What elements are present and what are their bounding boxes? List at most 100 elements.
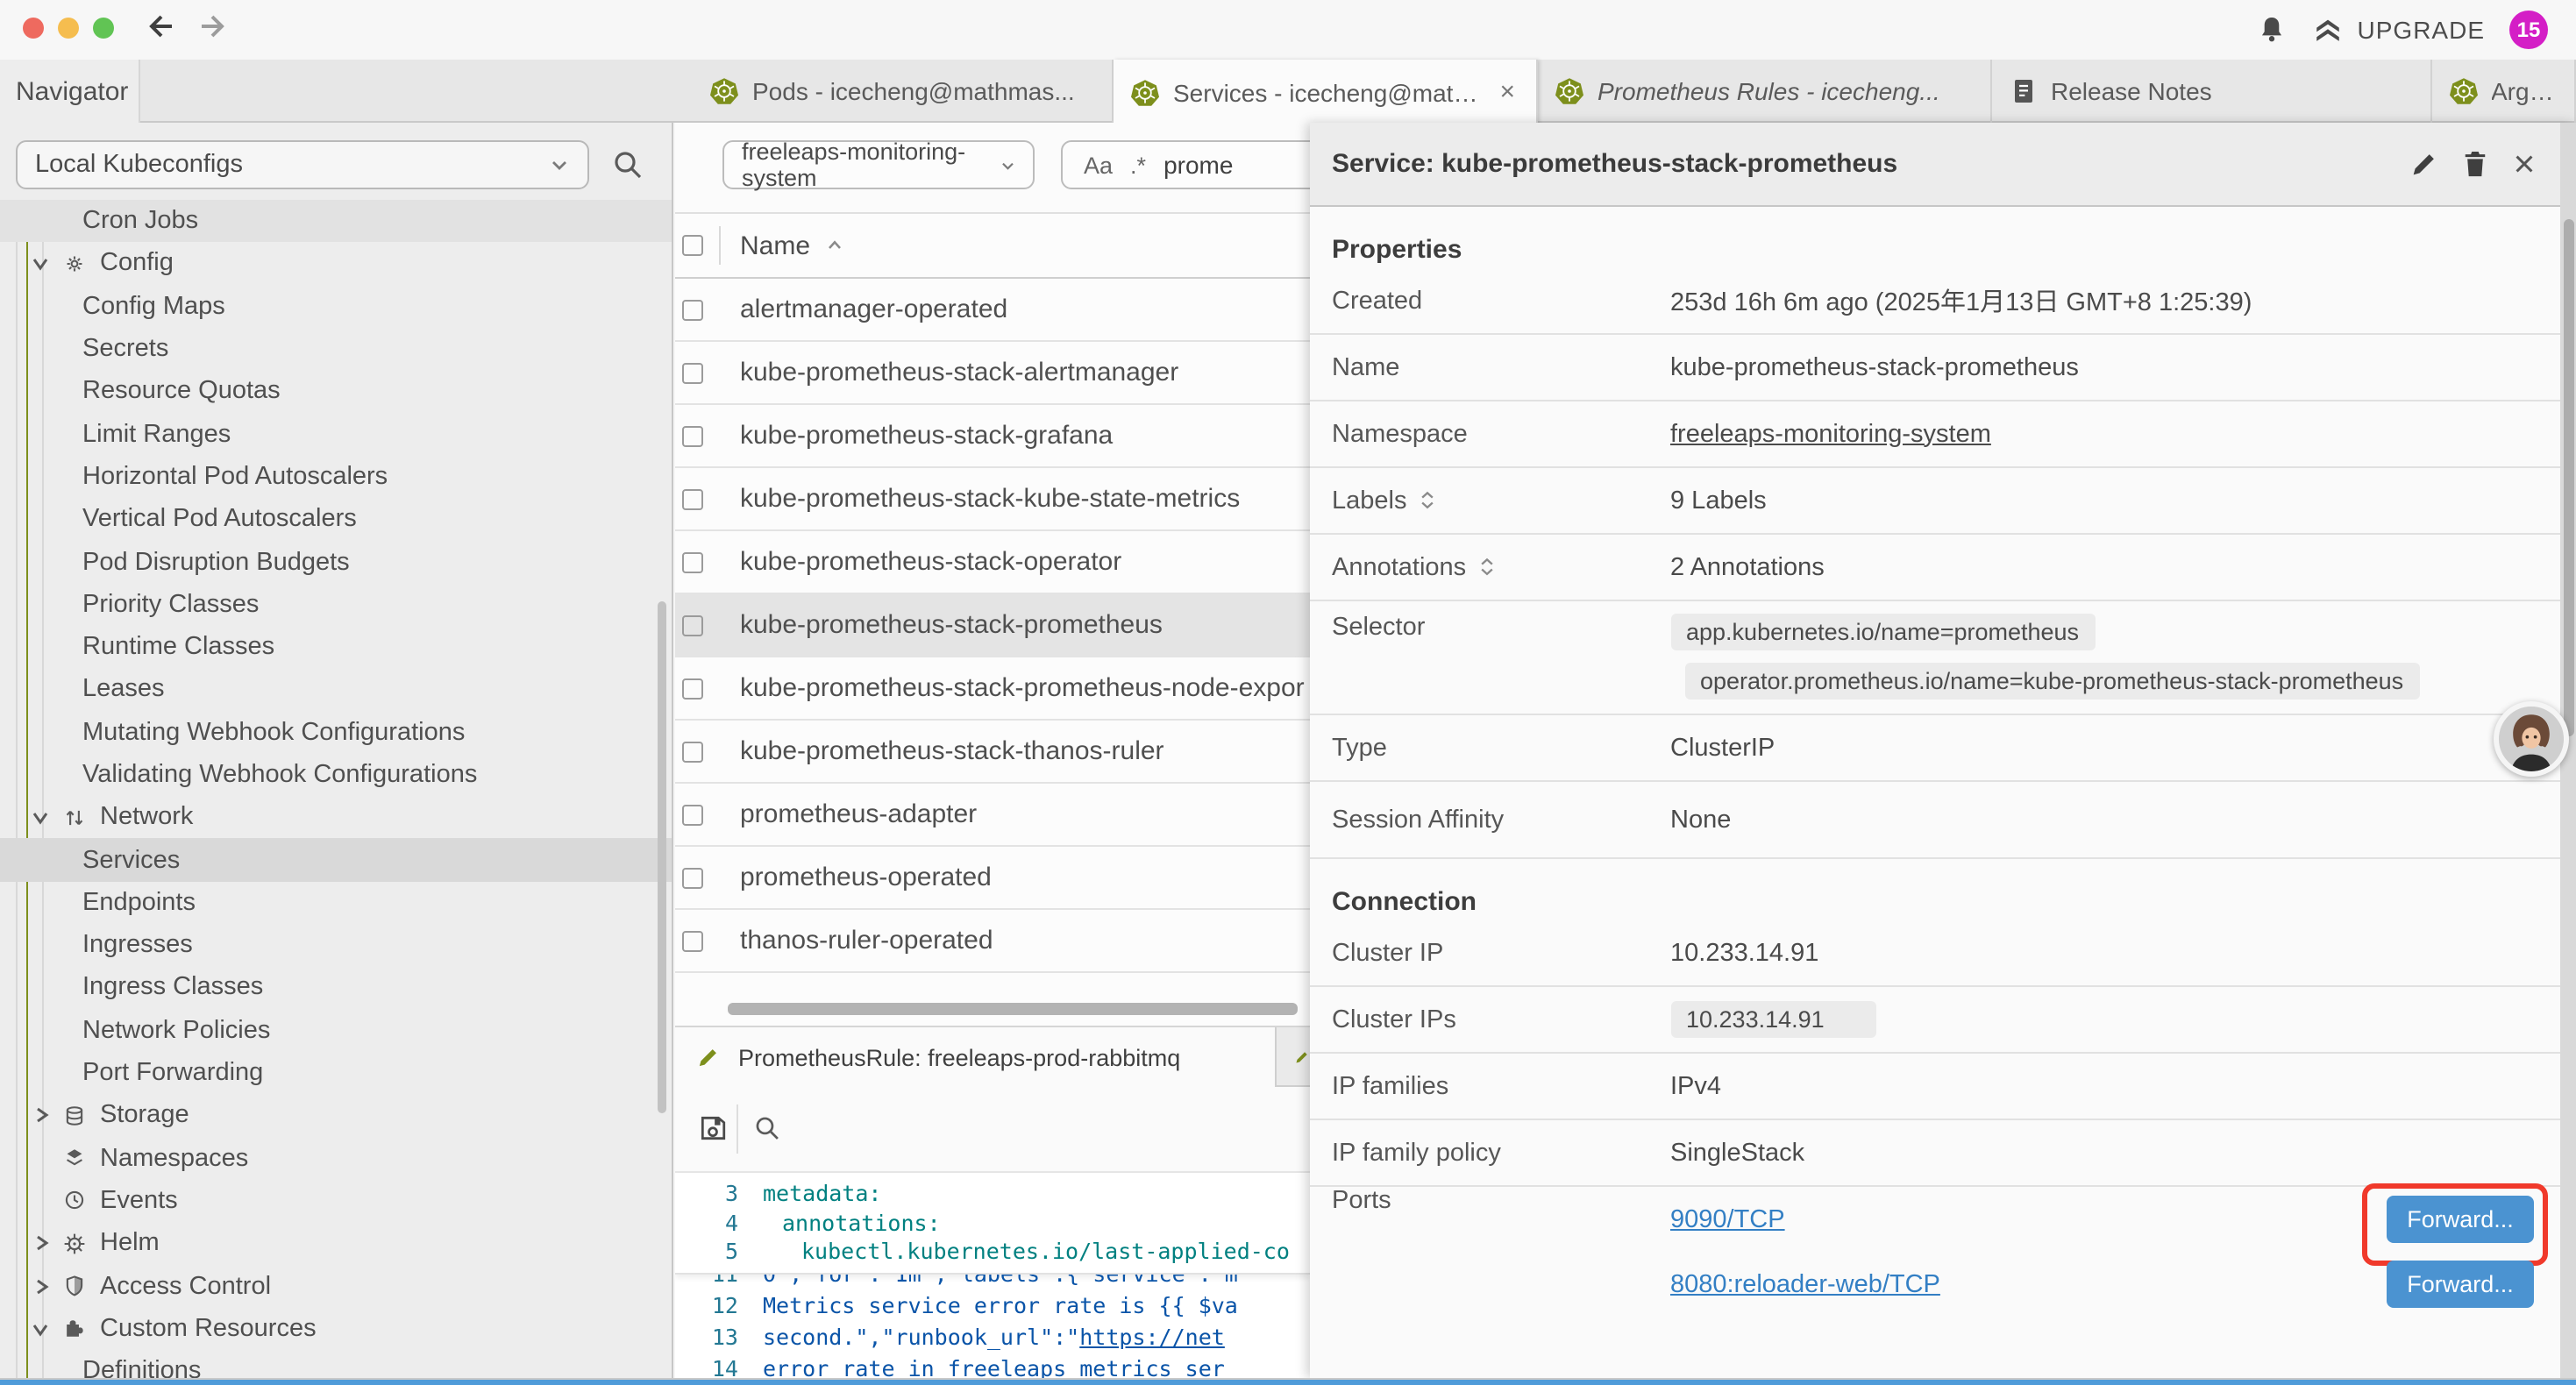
tab-pods[interactable]: Pods - icecheng@mathmas... (693, 60, 1114, 123)
table-row[interactable]: kube-prometheus-stack-grafana (675, 405, 1310, 468)
notifications-bell-icon[interactable] (2258, 14, 2288, 46)
sidebar-item-validating-webhook-configurations[interactable]: Validating Webhook Configurations (0, 754, 673, 797)
save-icon[interactable] (698, 1113, 728, 1143)
tab-services[interactable]: Services - icecheng@math...× (1114, 60, 1538, 124)
chevron-down-icon[interactable] (30, 807, 51, 828)
sidebar-item-storage[interactable]: Storage (0, 1094, 673, 1137)
match-case-icon[interactable]: Aa (1084, 152, 1113, 178)
runbook-url-link[interactable]: https://net (1079, 1323, 1225, 1349)
row-checkbox[interactable] (682, 867, 703, 888)
sidebar-item-ingress-classes[interactable]: Ingress Classes (0, 967, 673, 1010)
table-row[interactable]: prometheus-operated (675, 847, 1310, 910)
sidebar-search-icon[interactable] (610, 147, 645, 182)
chevron-right-icon[interactable] (30, 1233, 51, 1254)
namespace-select[interactable]: freeleaps-monitoring-system (722, 140, 1035, 189)
column-header-name[interactable]: Name (740, 231, 845, 260)
sidebar-item-port-forwarding[interactable]: Port Forwarding (0, 1052, 673, 1095)
row-checkbox[interactable] (682, 741, 703, 762)
sidebar-item-endpoints[interactable]: Endpoints (0, 882, 673, 925)
forward-button[interactable]: Forward... (2387, 1261, 2534, 1308)
select-all-checkbox[interactable] (682, 235, 703, 256)
port-link[interactable]: 9090/TCP (1670, 1205, 1785, 1233)
sidebar-item-custom-resources[interactable]: Custom Resources (0, 1307, 673, 1350)
back-arrow-icon[interactable] (144, 9, 179, 44)
notification-count-badge[interactable]: 15 (2509, 11, 2548, 49)
upgrade-button[interactable]: UPGRADE (2312, 15, 2485, 45)
sidebar-item-cron-jobs[interactable]: Cron Jobs (0, 200, 673, 243)
sidebar-item-definitions[interactable]: Definitions (0, 1350, 673, 1378)
sidebar-item-priority-classes[interactable]: Priority Classes (0, 583, 673, 626)
sidebar-item-access-control[interactable]: Access Control (0, 1265, 673, 1308)
table-row[interactable]: prometheus-adapter (675, 784, 1310, 847)
sidebar-item-events[interactable]: Events (0, 1180, 673, 1223)
sidebar-item-config-maps[interactable]: Config Maps (0, 285, 673, 328)
sidebar-item-limit-ranges[interactable]: Limit Ranges (0, 413, 673, 456)
port-link[interactable]: 8080:reloader-web/TCP (1670, 1270, 1940, 1298)
close-icon[interactable] (2511, 151, 2537, 177)
dock-tab-next[interactable] (1278, 1027, 1310, 1087)
delete-trash-icon[interactable] (2462, 149, 2488, 179)
traffic-light-close[interactable] (23, 18, 44, 39)
expand-collapse-icon[interactable] (1419, 489, 1436, 512)
sidebar-item-ingresses[interactable]: Ingresses (0, 924, 673, 967)
sidebar-item-network-policies[interactable]: Network Policies (0, 1009, 673, 1052)
row-checkbox[interactable] (682, 804, 703, 825)
user-avatar[interactable] (2493, 701, 2568, 777)
chevron-down-icon[interactable] (30, 253, 51, 274)
search-input[interactable]: Aa .* prome (1061, 140, 1310, 189)
editor-search-icon[interactable] (752, 1113, 782, 1143)
table-row[interactable]: alertmanager-operated (675, 279, 1310, 342)
chevron-right-icon[interactable] (30, 1275, 51, 1296)
row-checkbox[interactable] (682, 551, 703, 572)
detail-scrollbar-thumb[interactable] (2563, 219, 2574, 736)
tab-argo[interactable]: Argo Se (2431, 60, 2576, 123)
tab-close-icon[interactable]: × (1496, 77, 1519, 107)
sidebar-item-helm[interactable]: Helm (0, 1222, 673, 1265)
row-checkbox[interactable] (682, 930, 703, 951)
sidebar-item-horizontal-pod-autoscalers[interactable]: Horizontal Pod Autoscalers (0, 456, 673, 499)
row-checkbox[interactable] (682, 614, 703, 636)
sidebar-item-label: Limit Ranges (82, 420, 231, 448)
dock-tab-prometheusrule[interactable]: PrometheusRule: freeleaps-prod-rabbitmq (675, 1027, 1277, 1087)
edit-pencil-icon[interactable] (2409, 149, 2439, 179)
sidebar-item-resource-quotas[interactable]: Resource Quotas (0, 370, 673, 413)
traffic-light-minimize[interactable] (58, 18, 79, 39)
sidebar-item-runtime-classes[interactable]: Runtime Classes (0, 626, 673, 669)
sidebar-item-config[interactable]: Config (0, 243, 673, 286)
sidebar-item-namespaces[interactable]: Namespaces (0, 1137, 673, 1180)
table-row[interactable]: kube-prometheus-stack-kube-state-metrics (675, 468, 1310, 531)
avatar-face-illustration (2498, 707, 2563, 771)
namespace-link[interactable]: freeleaps-monitoring-system (1670, 420, 2044, 448)
tab-release[interactable]: Release Notes (1991, 60, 2431, 123)
table-row[interactable]: kube-prometheus-stack-alertmanager (675, 342, 1310, 405)
forward-arrow-icon[interactable] (195, 9, 230, 44)
row-checkbox[interactable] (682, 299, 703, 320)
row-checkbox[interactable] (682, 425, 703, 446)
tab-prometheus[interactable]: Prometheus Rules - icecheng... (1538, 60, 1991, 123)
table-hscrollbar-thumb[interactable] (728, 1003, 1298, 1014)
table-row[interactable]: kube-prometheus-stack-operator (675, 531, 1310, 594)
regex-icon[interactable]: .* (1130, 152, 1146, 178)
chevron-down-icon[interactable] (30, 1318, 51, 1339)
table-row[interactable]: kube-prometheus-stack-thanos-ruler (675, 721, 1310, 784)
traffic-light-zoom[interactable] (93, 18, 114, 39)
row-checkbox[interactable] (682, 488, 703, 509)
row-checkbox[interactable] (682, 362, 703, 383)
table-row[interactable]: thanos-ruler-operated (675, 910, 1310, 973)
table-row[interactable]: kube-prometheus-stack-prometheus-node-ex… (675, 657, 1310, 721)
row-checkbox[interactable] (682, 678, 703, 699)
sidebar-item-mutating-webhook-configurations[interactable]: Mutating Webhook Configurations (0, 711, 673, 754)
sidebar-item-services[interactable]: Services (0, 839, 673, 882)
sidebar-item-leases[interactable]: Leases (0, 669, 673, 712)
sidebar-scrollbar-thumb[interactable] (658, 601, 666, 1113)
sidebar-item-vertical-pod-autoscalers[interactable]: Vertical Pod Autoscalers (0, 498, 673, 541)
table-row[interactable]: kube-prometheus-stack-prometheus (675, 594, 1310, 657)
tab-navigator[interactable]: Navigator (0, 60, 140, 123)
kubeconfig-select[interactable]: Local Kubeconfigs (16, 140, 589, 189)
sidebar-item-network[interactable]: Network (0, 796, 673, 839)
chevron-right-icon[interactable] (30, 1105, 51, 1126)
expand-collapse-icon[interactable] (1478, 556, 1496, 579)
sidebar-item-pod-disruption-budgets[interactable]: Pod Disruption Budgets (0, 541, 673, 584)
yaml-editor[interactable]: 3metadata:4annotations:5kubectl.kubernet… (675, 1173, 1310, 1378)
sidebar-item-secrets[interactable]: Secrets (0, 328, 673, 371)
